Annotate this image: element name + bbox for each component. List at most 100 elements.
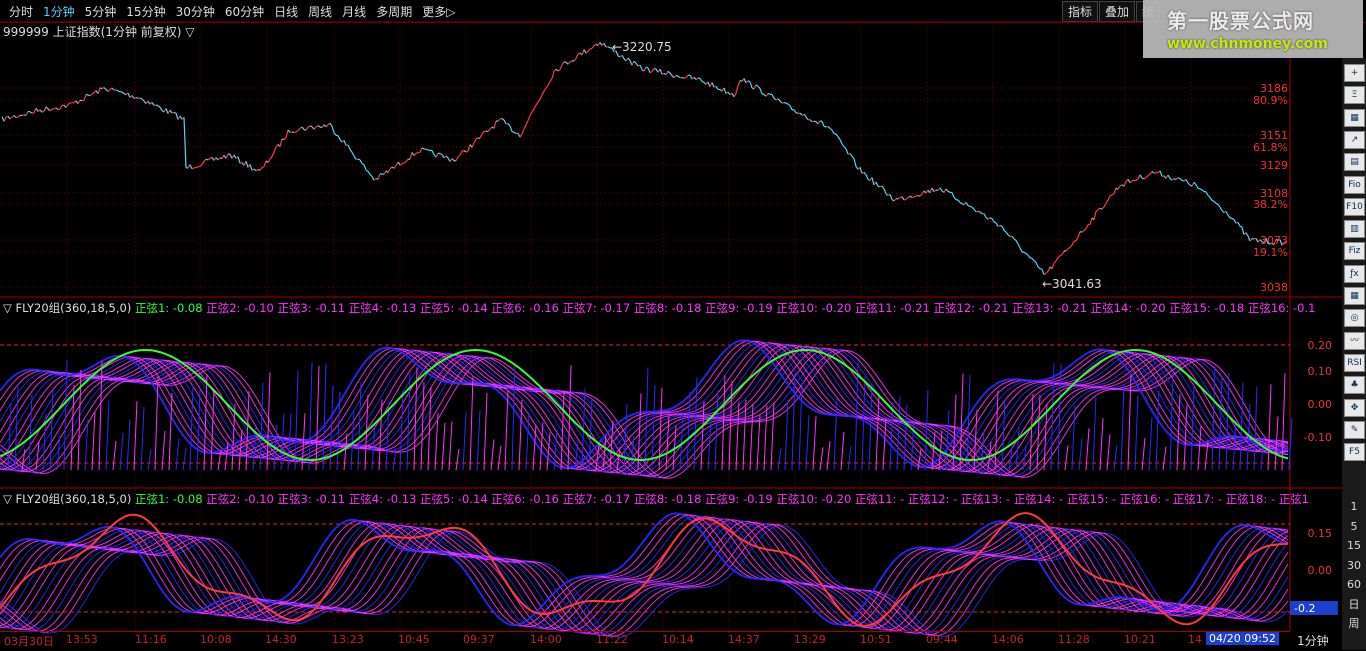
price-line <box>432 150 434 154</box>
price-line <box>1242 227 1244 234</box>
price-line <box>142 99 144 101</box>
price-line <box>836 134 838 136</box>
price-axis-label: 80.9% <box>1253 94 1288 107</box>
indicator2-header[interactable]: ▽ FLY20组(360,18,5,0) 正弦1: -0.08 正弦2: -0.… <box>3 491 1309 507</box>
date-label: 14 <box>1188 633 1202 646</box>
tool-icon[interactable]: ♣ <box>1344 376 1365 394</box>
price-line <box>1270 243 1272 244</box>
period-shortcut[interactable]: 60 <box>1344 576 1364 593</box>
price-line <box>208 158 210 160</box>
price-line <box>1000 225 1002 226</box>
period-shortcut[interactable]: 30 <box>1344 557 1364 574</box>
tool-icon[interactable]: F10 <box>1344 198 1365 216</box>
price-line <box>422 148 424 149</box>
tool-icon[interactable]: ✎ <box>1344 421 1365 439</box>
price-line <box>466 151 468 152</box>
price-line <box>712 82 714 87</box>
price-line <box>650 72 652 73</box>
price-line <box>786 103 788 104</box>
price-line <box>310 126 312 127</box>
price-line <box>444 156 446 158</box>
price-line <box>966 202 968 205</box>
price-line <box>498 119 500 121</box>
spike-line <box>309 362 312 470</box>
price-line <box>1016 240 1018 244</box>
price-line <box>48 109 50 111</box>
spike-line <box>246 391 249 470</box>
tool-icon[interactable]: Fio <box>1344 176 1365 194</box>
price-line <box>122 92 124 94</box>
price-line <box>582 50 584 55</box>
price-line <box>1032 258 1034 260</box>
date-label: 10:14 <box>662 633 694 646</box>
price-line <box>1022 252 1024 253</box>
tool-icon[interactable]: Ξ <box>1344 86 1365 104</box>
tool-icon[interactable]: ▦ <box>1344 109 1365 127</box>
period-shortcut[interactable]: 1 <box>1344 498 1364 515</box>
indicator-value: 正弦11: -0.21 <box>855 301 934 315</box>
price-line <box>998 225 1000 226</box>
indicator-value: 正弦1: -0.08 <box>135 492 206 506</box>
tool-icon[interactable]: ▤ <box>1344 153 1365 171</box>
tool-icon[interactable]: + <box>1344 64 1365 82</box>
tool-icon[interactable]: ƒx <box>1344 265 1365 283</box>
chart-canvas[interactable]: 318680.9%315161.8%3129310838.2%307319.1%… <box>0 0 1366 650</box>
price-line <box>132 95 134 98</box>
price-line <box>404 162 406 163</box>
spike-line <box>827 441 830 470</box>
price-line <box>288 130 290 132</box>
price-line <box>634 61 636 63</box>
price-line <box>1028 255 1030 258</box>
price-line <box>1112 194 1114 195</box>
period-shortcut[interactable]: 周 <box>1344 615 1364 632</box>
price-line <box>844 147 846 149</box>
price-line <box>46 107 48 109</box>
price-line <box>394 166 396 169</box>
price-line <box>388 169 390 173</box>
tool-icon[interactable]: ◎ <box>1344 309 1365 327</box>
price-line <box>1114 188 1116 194</box>
price-line <box>358 159 360 160</box>
price-line <box>52 109 54 110</box>
tool-icon[interactable]: ✥ <box>1344 399 1365 417</box>
price-line <box>1238 222 1240 226</box>
date-label: 14:37 <box>728 633 760 646</box>
period-label[interactable]: 1分钟 <box>1297 632 1329 649</box>
price-line <box>298 128 300 130</box>
tool-icon[interactable]: ▥ <box>1344 220 1365 238</box>
price-line <box>238 157 240 164</box>
period-shortcut[interactable]: 15 <box>1344 537 1364 554</box>
price-line <box>986 218 988 220</box>
price-line <box>1276 239 1278 240</box>
period-shortcut[interactable]: 5 <box>1344 518 1364 535</box>
period-shortcut[interactable]: 日 <box>1344 596 1364 613</box>
price-line <box>44 107 46 111</box>
indicator-value: 正弦5: -0.14 <box>420 492 491 506</box>
price-line <box>1178 178 1180 179</box>
date-label: 11:16 <box>135 633 167 646</box>
indicator1-header[interactable]: ▽ FLY20组(360,18,5,0) 正弦1: -0.08 正弦2: -0.… <box>3 300 1315 316</box>
tool-icon[interactable]: F5 <box>1344 443 1365 461</box>
price-line <box>510 126 512 132</box>
price-line <box>308 126 310 127</box>
spike-line <box>1107 435 1110 470</box>
price-line <box>112 88 114 90</box>
price-line <box>954 197 956 200</box>
spike-line <box>841 432 844 470</box>
price-line <box>1048 267 1050 271</box>
tool-icon[interactable]: ↗ <box>1344 131 1365 149</box>
tool-icon[interactable]: 〰 <box>1344 332 1365 350</box>
spike-line <box>316 366 319 470</box>
spike-line <box>757 415 760 470</box>
price-line <box>1040 269 1042 270</box>
price-line <box>170 110 172 113</box>
tool-icon[interactable]: ▦ <box>1344 287 1365 305</box>
tool-icon[interactable]: Fiz <box>1344 242 1365 260</box>
price-line <box>68 103 70 104</box>
indicator-name: ▽ FLY20组(360,18,5,0) <box>3 301 135 315</box>
tool-icon[interactable]: RSI <box>1344 354 1365 372</box>
price-line <box>750 82 752 88</box>
price-line <box>840 139 842 143</box>
price-line <box>1070 245 1072 247</box>
indicator-value: 正弦9: -0.19 <box>705 301 776 315</box>
